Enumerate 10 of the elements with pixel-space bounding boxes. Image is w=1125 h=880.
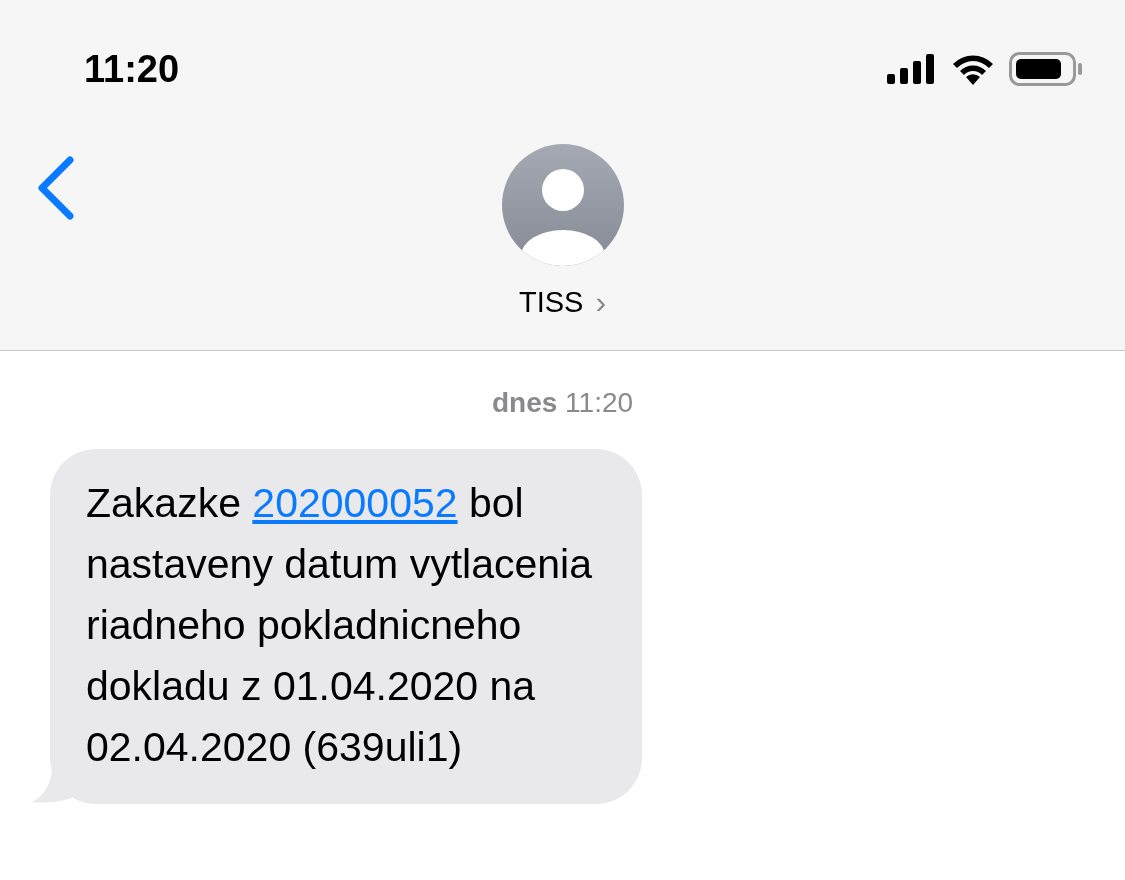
message-timestamp: dnes 11:20 — [490, 387, 635, 419]
message-text: Zakazke 202000052 bol nastaveny datum vytlacenia riadneho pokladnicneho dokladu z 01.04.2020 na 02.04.2020 (639uli1) — [86, 479, 592, 772]
back-button[interactable] — [36, 156, 76, 220]
wifi-icon — [951, 53, 995, 85]
contact-name-button[interactable]: TISS › — [518, 284, 607, 321]
signal-icon — [887, 54, 937, 84]
back-chevron-icon — [36, 156, 76, 220]
battery-icon — [1009, 52, 1083, 86]
status-time: 11:20 — [84, 47, 180, 91]
avatar-icon[interactable] — [501, 144, 624, 266]
